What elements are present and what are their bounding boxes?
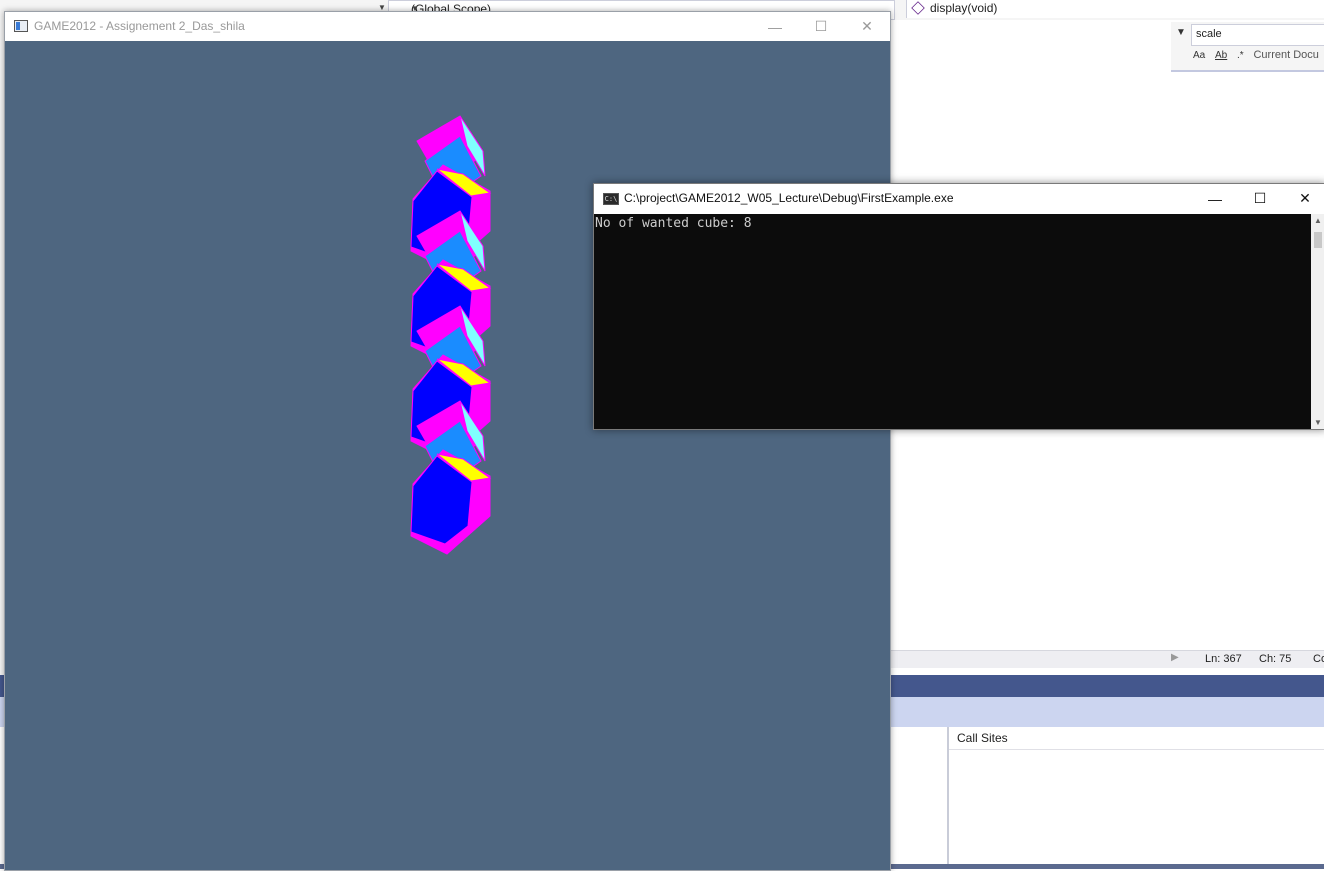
find-widget: ▼ scale Aa Ab .* Current Docu	[1171, 22, 1324, 72]
scrollbar-thumb[interactable]	[1314, 232, 1322, 248]
render-canvas[interactable]	[5, 41, 890, 870]
call-sites-panel: Call Sites	[949, 727, 1324, 869]
console-scrollbar[interactable]: ▲ ▼	[1311, 214, 1324, 429]
console-titlebar[interactable]: C:\ C:\project\GAME2012_W05_Lecture\Debu…	[594, 184, 1324, 214]
status-char: Ch: 75	[1259, 653, 1292, 665]
call-sites-header: Call Sites	[957, 731, 1008, 745]
window-title: GAME2012 - Assignement 2_Das_shila	[34, 19, 245, 33]
match-case-toggle[interactable]: Aa	[1193, 50, 1205, 61]
scroll-up-icon[interactable]: ▲	[1314, 216, 1322, 225]
app-icon	[14, 20, 28, 32]
close-button[interactable]: ✕	[1282, 184, 1324, 213]
member-dropdown[interactable]: display(void)	[906, 0, 1324, 18]
find-input[interactable]: scale	[1191, 24, 1324, 46]
minimize-button[interactable]: —	[1192, 184, 1238, 213]
chevron-down-icon[interactable]: ▼	[1176, 27, 1186, 38]
console-title: C:\project\GAME2012_W05_Lecture\Debug\Fi…	[624, 191, 954, 205]
maximize-button[interactable]: ☐	[1237, 184, 1283, 213]
minimize-button[interactable]: —	[752, 12, 798, 41]
editor-status-bar: ▶ Ln: 367 Ch: 75 Co	[889, 650, 1324, 668]
scroll-right-icon[interactable]: ▶	[1171, 652, 1179, 663]
cmd-icon: C:\	[603, 193, 619, 205]
call-hierarchy-tree[interactable]	[889, 727, 949, 869]
maximize-button[interactable]: ☐	[798, 12, 844, 41]
scroll-down-icon[interactable]: ▼	[1314, 418, 1322, 427]
status-line: Ln: 367	[1205, 653, 1242, 665]
window-titlebar[interactable]: GAME2012 - Assignement 2_Das_shila — ☐ ✕	[5, 12, 890, 41]
find-input-text: scale	[1196, 28, 1222, 40]
console-output: No of wanted cube: 8	[595, 216, 752, 231]
regex-toggle[interactable]: .*	[1237, 50, 1244, 61]
close-button[interactable]: ✕	[844, 12, 890, 41]
function-icon	[911, 1, 925, 15]
status-col: Co	[1313, 653, 1324, 665]
opengl-window: GAME2012 - Assignement 2_Das_shila — ☐ ✕	[4, 11, 891, 871]
member-label: display(void)	[930, 1, 998, 15]
console-output-area[interactable]: No of wanted cube: 8	[594, 214, 1310, 429]
find-scope-dropdown[interactable]: Current Docu	[1253, 49, 1318, 61]
match-word-toggle[interactable]: Ab	[1215, 50, 1227, 61]
console-window: C:\ C:\project\GAME2012_W05_Lecture\Debu…	[593, 183, 1324, 430]
